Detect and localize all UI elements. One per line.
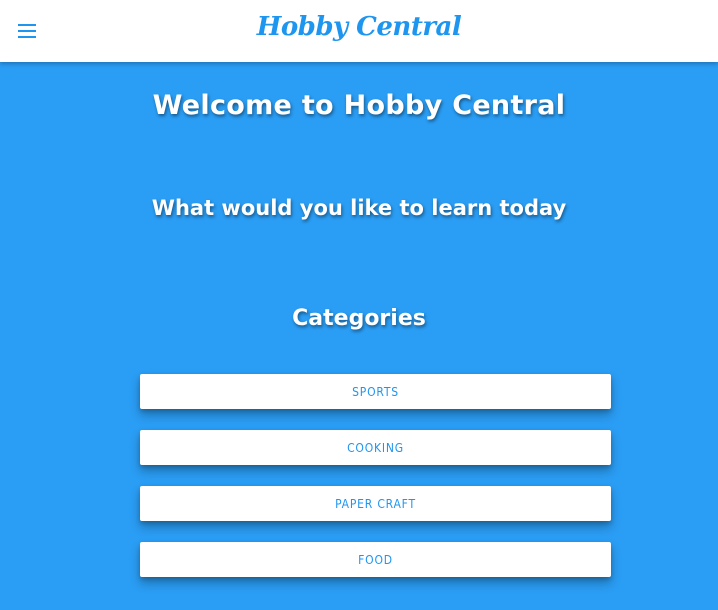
menu-icon xyxy=(18,24,36,38)
top-app-bar: Hobby Central xyxy=(0,0,718,62)
category-button-label: FOOD xyxy=(358,552,393,567)
category-button-cooking[interactable]: COOKING xyxy=(140,430,611,465)
category-button-paper-craft[interactable]: PAPER CRAFT xyxy=(140,486,611,521)
categories-heading: Categories xyxy=(292,306,426,331)
category-list: SPORTS COOKING PAPER CRAFT FOOD xyxy=(140,374,611,598)
category-button-label: PAPER CRAFT xyxy=(335,496,416,511)
menu-button[interactable] xyxy=(12,16,42,46)
welcome-heading: Welcome to Hobby Central xyxy=(152,90,566,121)
category-button-label: SPORTS xyxy=(352,384,399,399)
category-button-food[interactable]: FOOD xyxy=(140,542,611,577)
hero-section: Welcome to Hobby Central What would you … xyxy=(0,62,718,610)
category-button-label: COOKING xyxy=(347,440,404,455)
subtitle-text: What would you like to learn today xyxy=(151,196,567,220)
category-button-sports[interactable]: SPORTS xyxy=(140,374,611,409)
brand-title[interactable]: Hobby Central xyxy=(257,12,462,42)
